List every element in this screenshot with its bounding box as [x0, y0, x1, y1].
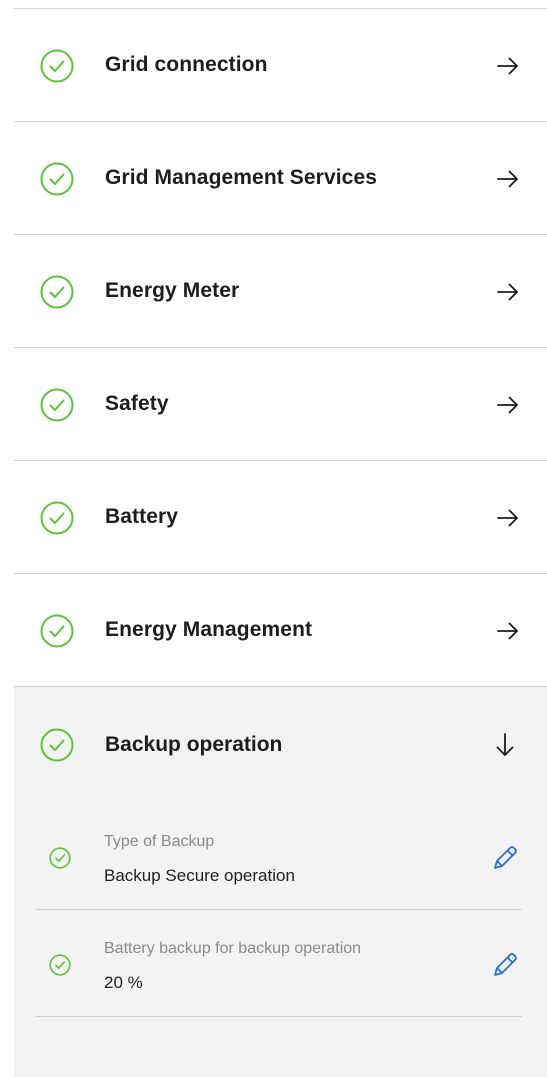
setting-label: Battery backup for backup operation	[104, 940, 362, 957]
check-circle-icon	[40, 275, 74, 309]
menu-item-label: Energy Meter	[105, 279, 240, 302]
menu-item-safety[interactable]: Safety	[14, 348, 547, 461]
menu-item-energy-meter[interactable]: Energy Meter	[14, 235, 547, 348]
menu-item-grid-connection[interactable]: Grid connection	[14, 9, 547, 122]
setting-label: Type of Backup	[104, 833, 215, 850]
backup-operation-section: Backup operation Type of Backup Backup S…	[14, 687, 547, 1077]
setting-value: Backup Secure operation	[104, 866, 295, 885]
setting-value: 20 %	[104, 973, 143, 992]
arrow-right-icon	[497, 509, 518, 527]
arrow-down-icon	[496, 733, 514, 756]
arrow-right-icon	[497, 57, 518, 75]
settings-menu: Grid connection Grid Management Services…	[14, 9, 547, 687]
pencil-icon[interactable]	[490, 950, 520, 980]
section-title: Backup operation	[105, 733, 283, 756]
arrow-right-icon	[497, 283, 518, 301]
check-circle-icon	[40, 501, 74, 535]
menu-item-battery[interactable]: Battery	[14, 461, 547, 574]
pencil-icon[interactable]	[490, 843, 520, 873]
check-circle-icon	[40, 728, 74, 762]
arrow-right-icon	[497, 622, 518, 640]
check-circle-icon	[40, 388, 74, 422]
menu-item-energy-management[interactable]: Energy Management	[14, 574, 547, 687]
check-circle-icon	[40, 49, 74, 83]
check-circle-icon	[49, 954, 71, 976]
menu-item-label: Grid connection	[105, 53, 268, 76]
menu-item-grid-management-services[interactable]: Grid Management Services	[14, 122, 547, 235]
menu-item-label: Energy Management	[105, 618, 313, 641]
check-circle-icon	[49, 847, 71, 869]
menu-item-label: Safety	[105, 392, 169, 415]
check-circle-icon	[40, 162, 74, 196]
menu-item-backup-operation[interactable]: Backup operation	[14, 687, 547, 802]
menu-item-label: Battery	[105, 505, 179, 528]
check-circle-icon	[40, 614, 74, 648]
menu-item-label: Grid Management Services	[105, 166, 378, 189]
arrow-right-icon	[497, 170, 518, 188]
arrow-right-icon	[497, 396, 518, 414]
setting-type-of-backup: Type of Backup Backup Secure operation	[36, 802, 522, 910]
setting-battery-backup: Battery backup for backup operation 20 %	[36, 909, 522, 1017]
